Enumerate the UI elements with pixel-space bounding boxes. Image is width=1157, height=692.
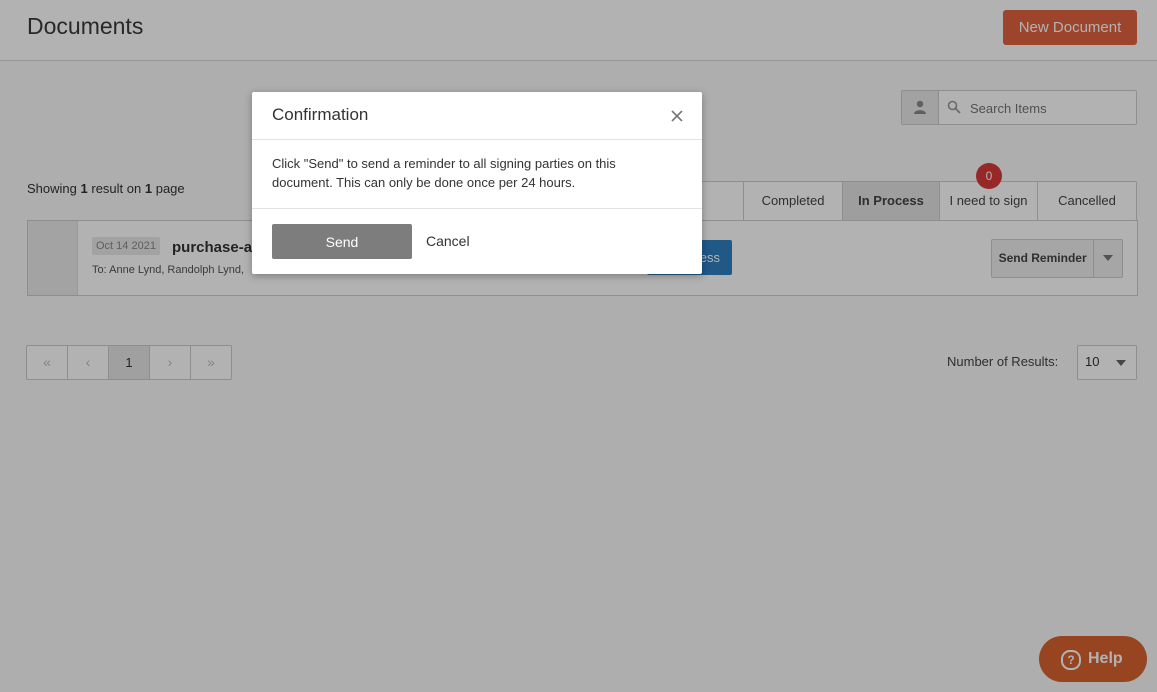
dialog-message: Click "Send" to send a reminder to all s…	[272, 156, 616, 190]
cancel-button[interactable]: Cancel	[426, 233, 470, 249]
confirmation-dialog: Confirmation Click "Send" to send a remi…	[252, 92, 702, 274]
dialog-header: Confirmation	[252, 92, 702, 140]
send-button[interactable]: Send	[272, 224, 412, 259]
dialog-footer: Send Cancel	[252, 208, 702, 275]
dialog-title: Confirmation	[272, 105, 369, 124]
close-icon[interactable]	[668, 107, 686, 125]
